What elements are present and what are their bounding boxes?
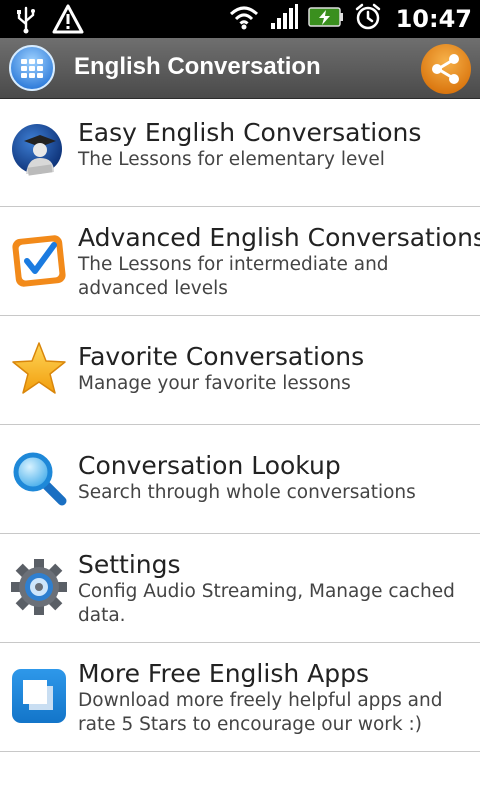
clock-time: 10:47	[395, 5, 472, 33]
checkbox-icon	[10, 231, 68, 289]
app-squares-icon	[10, 667, 68, 725]
menu-item-more-apps[interactable]: More Free English Apps Download more fre…	[0, 643, 480, 752]
menu-item-subtitle: Manage your favorite lessons	[78, 373, 351, 394]
menu-item-easy-conversations[interactable]: Easy English Conversations The Lessons f…	[0, 98, 480, 207]
menu-item-subtitle: The Lessons for intermediate and advance…	[78, 254, 389, 299]
share-icon	[421, 44, 471, 94]
menu-item-title: More Free English Apps	[78, 659, 370, 688]
menu-item-subtitle: The Lessons for elementary level	[78, 149, 385, 170]
menu-item-title: Conversation Lookup	[78, 451, 341, 480]
status-bar: 10:47	[0, 0, 480, 38]
menu-item-settings[interactable]: Settings Config Audio Streaming, Manage …	[0, 534, 480, 643]
grid-icon[interactable]	[8, 44, 56, 92]
star-icon	[10, 340, 68, 398]
menu-item-title: Settings	[78, 550, 181, 579]
gear-icon	[10, 558, 68, 616]
menu-item-advanced-conversations[interactable]: Advanced English Conversations The Lesso…	[0, 207, 480, 316]
menu-item-subtitle: Search through whole conversations	[78, 482, 416, 503]
warning-icon	[52, 4, 84, 38]
menu-item-subtitle: Config Audio Streaming, Manage cached da…	[78, 581, 455, 626]
menu-item-title: Easy English Conversations	[78, 118, 422, 147]
menu-item-favorites[interactable]: Favorite Conversations Manage your favor…	[0, 316, 480, 425]
wifi-icon	[228, 3, 260, 35]
menu-item-title: Favorite Conversations	[78, 342, 365, 371]
menu-list: Easy English Conversations The Lessons f…	[0, 98, 480, 752]
action-bar: English Conversation	[0, 38, 480, 99]
share-button[interactable]	[420, 43, 472, 95]
search-icon	[10, 449, 68, 507]
signal-icon	[270, 3, 298, 35]
battery-charging-icon	[307, 5, 344, 33]
usb-icon	[14, 4, 38, 38]
alarm-icon	[354, 3, 382, 35]
menu-item-lookup[interactable]: Conversation Lookup Search through whole…	[0, 425, 480, 534]
student-icon	[10, 122, 68, 180]
menu-item-subtitle: Download more freely helpful apps and ra…	[78, 690, 443, 735]
menu-item-title: Advanced English Conversations	[78, 223, 480, 252]
page-title: English Conversation	[74, 53, 321, 80]
